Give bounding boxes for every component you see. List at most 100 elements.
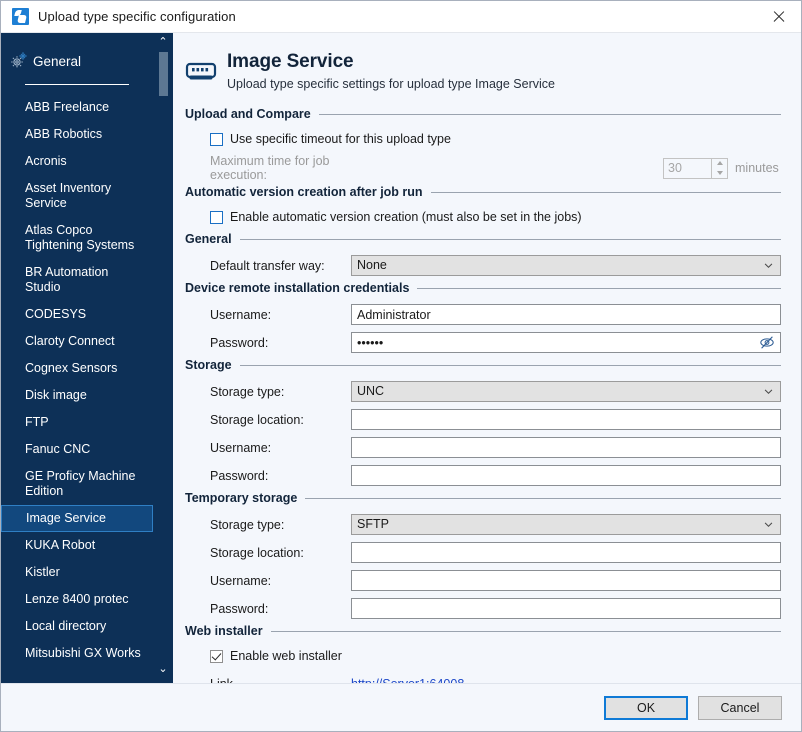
sidebar-item-mitsubishi-gx-works[interactable]: Mitsubishi GX Works bbox=[1, 640, 173, 667]
scrollbar-thumb[interactable] bbox=[159, 52, 168, 96]
storage-password-label: Password: bbox=[210, 468, 269, 483]
page-title: Image Service bbox=[227, 51, 354, 72]
sidebar-item-kuka-robot[interactable]: KUKA Robot bbox=[1, 532, 173, 559]
sidebar-scrollbar[interactable]: ⌃ ⌄ bbox=[153, 33, 173, 683]
group-title-device-credentials: Device remote installation credentials bbox=[185, 281, 410, 295]
spin-up-icon[interactable] bbox=[716, 161, 723, 166]
storage-location-label: Storage location: bbox=[210, 412, 304, 427]
max-time-units: minutes bbox=[735, 161, 779, 175]
sidebar-item-lenze-8400-protec[interactable]: Lenze 8400 protec bbox=[1, 586, 173, 613]
sidebar-item-asset-inventory-service[interactable]: Asset Inventory Service bbox=[1, 175, 173, 217]
group-title-automatic-version-creation: Automatic version creation after job run bbox=[185, 185, 423, 199]
sidebar: General ABB Freelance ABB Robotics Acron… bbox=[1, 33, 173, 683]
temp-storage-location-input[interactable] bbox=[351, 542, 781, 563]
enable-automatic-version-creation-row[interactable]: Enable automatic version creation (must … bbox=[185, 206, 781, 228]
enable-web-installer-row[interactable]: Enable web installer bbox=[185, 645, 781, 667]
default-transfer-way-label: Default transfer way: bbox=[210, 258, 325, 273]
temp-storage-username-label: Username: bbox=[210, 573, 272, 588]
group-automatic-version-creation: Automatic version creation after job run bbox=[185, 185, 781, 199]
scroll-down-icon[interactable]: ⌄ bbox=[157, 664, 169, 675]
storage-type-value: UNC bbox=[357, 384, 385, 398]
use-specific-timeout-checkbox[interactable] bbox=[210, 132, 223, 146]
chevron-down-icon bbox=[764, 262, 773, 268]
ok-button[interactable]: OK bbox=[604, 695, 688, 720]
gear-icon bbox=[9, 51, 29, 71]
default-transfer-way-row: Default transfer way: None bbox=[185, 253, 781, 278]
storage-password-input[interactable] bbox=[351, 465, 781, 486]
max-time-stepper[interactable]: 30 minutes bbox=[663, 157, 781, 179]
temp-storage-password-input[interactable] bbox=[351, 598, 781, 619]
chevron-down-icon bbox=[764, 388, 773, 394]
page-header: Image Service Upload type specific setti… bbox=[173, 33, 801, 93]
device-password-input[interactable] bbox=[351, 332, 781, 353]
enable-automatic-version-creation-label: Enable automatic version creation (must … bbox=[230, 210, 582, 224]
group-general: General bbox=[185, 232, 781, 246]
sidebar-item-abb-robotics[interactable]: ABB Robotics bbox=[1, 121, 173, 148]
default-transfer-way-select[interactable]: None bbox=[351, 255, 781, 276]
sidebar-item-atlas-copco-tightening-systems[interactable]: Atlas Copco Tightening Systems bbox=[1, 217, 173, 259]
storage-type-label: Storage type: bbox=[210, 384, 285, 399]
group-title-web-installer: Web installer bbox=[185, 624, 263, 638]
storage-location-input[interactable] bbox=[351, 409, 781, 430]
max-time-spin-buttons[interactable] bbox=[711, 157, 728, 179]
temp-storage-type-row: Storage type: SFTP bbox=[185, 512, 781, 537]
sidebar-header-divider bbox=[25, 84, 129, 85]
device-password-label: Password: bbox=[210, 335, 269, 350]
image-service-icon bbox=[185, 56, 217, 88]
app-logo-icon bbox=[12, 8, 29, 25]
group-divider bbox=[270, 630, 781, 632]
sidebar-item-cognex-sensors[interactable]: Cognex Sensors bbox=[1, 355, 173, 382]
sidebar-item-claroty-connect[interactable]: Claroty Connect bbox=[1, 328, 173, 355]
content-pane: Image Service Upload type specific setti… bbox=[173, 33, 801, 683]
storage-username-label: Username: bbox=[210, 440, 272, 455]
group-upload-and-compare: Upload and Compare bbox=[185, 107, 781, 121]
sidebar-item-br-automation-studio[interactable]: BR Automation Studio bbox=[1, 259, 173, 301]
storage-type-select[interactable]: UNC bbox=[351, 381, 781, 402]
settings-form: Upload and Compare Use specific timeout … bbox=[173, 93, 801, 683]
max-time-row: Maximum time for job execution: 30 minut… bbox=[185, 154, 781, 182]
sidebar-nav-list: ABB Freelance ABB Robotics Acronis Asset… bbox=[1, 94, 173, 667]
max-time-input[interactable]: 30 bbox=[663, 157, 711, 179]
group-title-storage: Storage bbox=[185, 358, 232, 372]
storage-username-input[interactable] bbox=[351, 437, 781, 458]
sidebar-item-codesys[interactable]: CODESYS bbox=[1, 301, 173, 328]
group-divider bbox=[318, 113, 781, 115]
dialog-body: General ABB Freelance ABB Robotics Acron… bbox=[1, 33, 801, 683]
sidebar-item-ftp[interactable]: FTP bbox=[1, 409, 173, 436]
temp-storage-type-label: Storage type: bbox=[210, 517, 285, 532]
sidebar-header-label: General bbox=[33, 53, 82, 69]
group-divider bbox=[430, 191, 781, 193]
group-temporary-storage: Temporary storage bbox=[185, 491, 781, 505]
device-password-row: Password: bbox=[185, 330, 781, 355]
enable-web-installer-checkbox[interactable] bbox=[210, 649, 223, 663]
enable-automatic-version-creation-checkbox[interactable] bbox=[210, 210, 223, 224]
sidebar-item-acronis[interactable]: Acronis bbox=[1, 148, 173, 175]
group-title-general: General bbox=[185, 232, 232, 246]
sidebar-item-ge-proficy-machine-edition[interactable]: GE Proficy Machine Edition bbox=[1, 463, 173, 505]
temp-storage-username-input[interactable] bbox=[351, 570, 781, 591]
use-specific-timeout-row[interactable]: Use specific timeout for this upload typ… bbox=[185, 128, 781, 150]
temp-storage-location-row: Storage location: bbox=[185, 540, 781, 565]
sidebar-item-image-service[interactable]: Image Service bbox=[1, 505, 153, 532]
sidebar-item-disk-image[interactable]: Disk image bbox=[1, 382, 173, 409]
cancel-button[interactable]: Cancel bbox=[698, 695, 782, 720]
title-bar: Upload type specific configuration bbox=[1, 1, 801, 33]
scroll-up-icon[interactable]: ⌃ bbox=[157, 37, 169, 48]
sidebar-header[interactable]: General bbox=[1, 39, 173, 75]
sidebar-item-local-directory[interactable]: Local directory bbox=[1, 613, 173, 640]
sidebar-item-abb-freelance[interactable]: ABB Freelance bbox=[1, 94, 173, 121]
group-web-installer: Web installer bbox=[185, 624, 781, 638]
temp-storage-type-select[interactable]: SFTP bbox=[351, 514, 781, 535]
close-button[interactable] bbox=[756, 1, 801, 32]
sidebar-item-kistler[interactable]: Kistler bbox=[1, 559, 173, 586]
device-username-input[interactable] bbox=[351, 304, 781, 325]
dialog-footer: OK Cancel bbox=[1, 683, 801, 731]
eye-slash-icon[interactable] bbox=[759, 335, 775, 350]
max-time-label: Maximum time for job execution: bbox=[210, 154, 330, 182]
group-storage: Storage bbox=[185, 358, 781, 372]
page-subtitle: Upload type specific settings for upload… bbox=[227, 77, 555, 91]
device-username-label: Username: bbox=[210, 307, 272, 322]
spin-down-icon[interactable] bbox=[716, 170, 723, 175]
sidebar-item-fanuc-cnc[interactable]: Fanuc CNC bbox=[1, 436, 173, 463]
web-installer-link[interactable]: http://Server1:64008 bbox=[351, 677, 464, 684]
